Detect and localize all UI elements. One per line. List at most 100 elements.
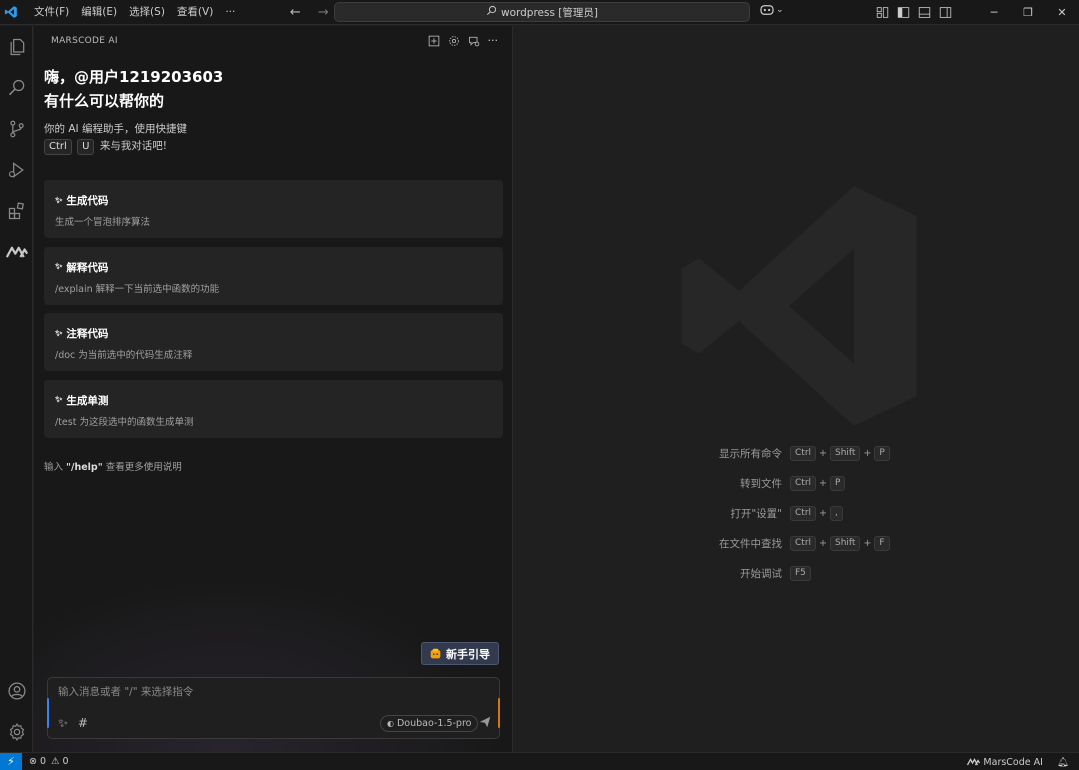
command-center[interactable]: wordpress [管理员]: [334, 2, 750, 22]
warning-count: 0: [62, 756, 69, 767]
more-actions-icon[interactable]: ···: [488, 34, 499, 47]
notifications-icon[interactable]: 🔔︎: [1057, 757, 1069, 768]
toggle-panel-icon[interactable]: [918, 6, 931, 19]
activity-bar: [0, 26, 33, 752]
warning-icon: ⚠: [51, 756, 60, 767]
shortcut-key: F: [874, 535, 890, 551]
marscode-status[interactable]: MarsCode AI: [967, 757, 1043, 768]
error-icon: ⊗: [29, 756, 37, 767]
problems-indicator[interactable]: ⊗ 0 ⚠ 0: [29, 756, 69, 767]
shortcut-label: 转到文件: [740, 477, 782, 490]
forward-arrow-icon[interactable]: →: [313, 5, 333, 20]
guide-button-label: 新手引导: [446, 647, 490, 661]
menu-bar: 文件(F) 编辑(E) 选择(S) 查看(V) ···: [28, 0, 241, 25]
new-chat-icon[interactable]: [428, 35, 440, 47]
card-desc: /doc 为当前选中的代码生成注释: [55, 350, 193, 361]
menu-file[interactable]: 文件(F): [28, 0, 75, 25]
sparkle-tool-icon[interactable]: ✨︎: [58, 716, 68, 731]
panel-actions: ···: [428, 34, 499, 47]
card-desc: 生成一个冒泡排序算法: [55, 217, 151, 228]
menu-edit[interactable]: 编辑(E): [75, 0, 123, 25]
shortcut-label: 打开"设置": [730, 507, 782, 520]
card-explain-code[interactable]: ✨︎ 解释代码 /explain 解释一下当前选中函数的功能: [44, 246, 503, 305]
intro-line1: 你的 AI 编程助手，使用快捷键: [44, 123, 187, 135]
customize-layout-icon[interactable]: [876, 6, 889, 19]
search-icon[interactable]: [0, 67, 33, 108]
command-center-text: wordpress [管理员]: [501, 6, 598, 19]
nav-arrows: ← →: [285, 5, 333, 20]
plus-sign: +: [819, 447, 827, 459]
shortcut-key-u: U: [77, 139, 95, 155]
minimize-icon[interactable]: ─: [977, 0, 1011, 25]
plus-sign: +: [819, 537, 827, 549]
menu-selection[interactable]: 选择(S): [123, 0, 171, 25]
shortcut-key: P: [874, 445, 890, 461]
shortcut-key: P: [829, 475, 846, 491]
shortcut-row: 转到文件 Ctrl + P: [514, 473, 1079, 493]
plus-sign: +: [863, 537, 872, 549]
intro-line2: Ctrl U 来与我对话吧!: [44, 138, 512, 155]
plus-sign: +: [863, 447, 872, 459]
shortcut-label: 开始调试: [740, 567, 782, 580]
chat-input[interactable]: [58, 686, 478, 698]
help-hint: 输入 "/help" 查看更多使用说明: [44, 459, 182, 473]
marscode-icon: [967, 758, 981, 766]
shortcut-row: 开始调试 F5: [514, 563, 1079, 583]
gear-icon[interactable]: [0, 711, 33, 752]
editor-area: 显示所有命令 Ctrl + Shift + P 转到文件 Ctrl + P 打开"设置…: [514, 26, 1079, 752]
activity-bar-bottom: [0, 670, 33, 752]
model-selector[interactable]: ◐ Doubao-1.5-pro: [380, 715, 479, 732]
restore-icon[interactable]: ❐: [1011, 0, 1045, 25]
settings-icon[interactable]: [448, 35, 460, 47]
shortcut-key: Ctrl: [790, 445, 817, 461]
copilot-button[interactable]: ⌄: [760, 4, 784, 16]
model-icon: ◐: [387, 719, 394, 728]
error-count: 0: [39, 756, 47, 767]
explorer-icon[interactable]: [0, 26, 33, 67]
shortcut-key: Ctrl: [790, 505, 817, 521]
window-controls: ─ ❐ ✕: [977, 0, 1079, 25]
title-bar: 文件(F) 编辑(E) 选择(S) 查看(V) ··· ← → wordpres…: [0, 0, 1079, 25]
beginner-guide-button[interactable]: 新手引导: [421, 642, 499, 665]
shortcut-row: 打开"设置" Ctrl + ,: [514, 503, 1079, 523]
toggle-primary-sidebar-icon[interactable]: [897, 6, 910, 19]
menu-view[interactable]: 查看(V): [171, 0, 219, 25]
sparkle-icon: ✨︎: [55, 395, 63, 405]
status-right: MarsCode AI 🔔︎: [967, 753, 1079, 770]
menu-more[interactable]: ···: [219, 0, 241, 25]
close-icon[interactable]: ✕: [1045, 0, 1079, 25]
hash-tool-icon[interactable]: #: [78, 716, 88, 731]
greeting: 嗨，@用户1219203603 有什么可以帮你的: [34, 65, 512, 113]
account-icon[interactable]: [0, 670, 33, 711]
history-icon[interactable]: [468, 35, 480, 47]
quick-actions: ✨︎ 生成代码 生成一个冒泡排序算法 ✨︎ 解释代码 /explain 解释一下当前…: [44, 180, 503, 446]
shortcut-label: 显示所有命令: [719, 447, 782, 460]
marscode-panel: MARSCODE AI ··· 嗨，@用户1219203603 有什么可以帮你的…: [34, 26, 513, 752]
back-arrow-icon[interactable]: ←: [285, 5, 305, 20]
card-desc: /test 为这段选中的函数生成单测: [55, 416, 194, 428]
chat-tools: ✨︎ #: [58, 716, 88, 731]
card-generate-tests[interactable]: ✨︎ 生成单测 /test 为这段选中的函数生成单测: [44, 379, 503, 438]
shortcut-key: Ctrl: [790, 535, 817, 551]
card-comment-code[interactable]: ✨︎ 注释代码 /doc 为当前选中的代码生成注释: [44, 313, 503, 371]
card-generate-code[interactable]: ✨︎ 生成代码 生成一个冒泡排序算法: [44, 180, 503, 238]
source-control-icon[interactable]: [0, 108, 33, 149]
shortcut-key: F5: [790, 565, 811, 581]
run-debug-icon[interactable]: [0, 149, 33, 190]
card-desc: /explain 解释一下当前选中函数的功能: [55, 283, 220, 295]
plus-sign: +: [819, 507, 827, 519]
extensions-icon[interactable]: [0, 190, 33, 231]
vscode-window: 文件(F) 编辑(E) 选择(S) 查看(V) ··· ← → wordpres…: [0, 0, 1079, 770]
chevron-down-icon: ⌄: [776, 5, 784, 15]
layout-controls: [876, 0, 952, 25]
toggle-secondary-sidebar-icon[interactable]: [939, 6, 952, 19]
help-command: "/help": [66, 462, 103, 473]
greeting-line1: 嗨，@用户1219203603: [44, 68, 224, 86]
send-icon[interactable]: [479, 716, 491, 731]
shortcut-key: Shift: [829, 535, 861, 551]
marscode-icon[interactable]: [0, 231, 33, 272]
remote-indicator-icon[interactable]: ⚡︎: [0, 752, 22, 770]
guide-icon: [430, 648, 441, 659]
shortcut-label: 在文件中查找: [719, 537, 782, 550]
help-suffix: 查看更多使用说明: [105, 462, 182, 473]
